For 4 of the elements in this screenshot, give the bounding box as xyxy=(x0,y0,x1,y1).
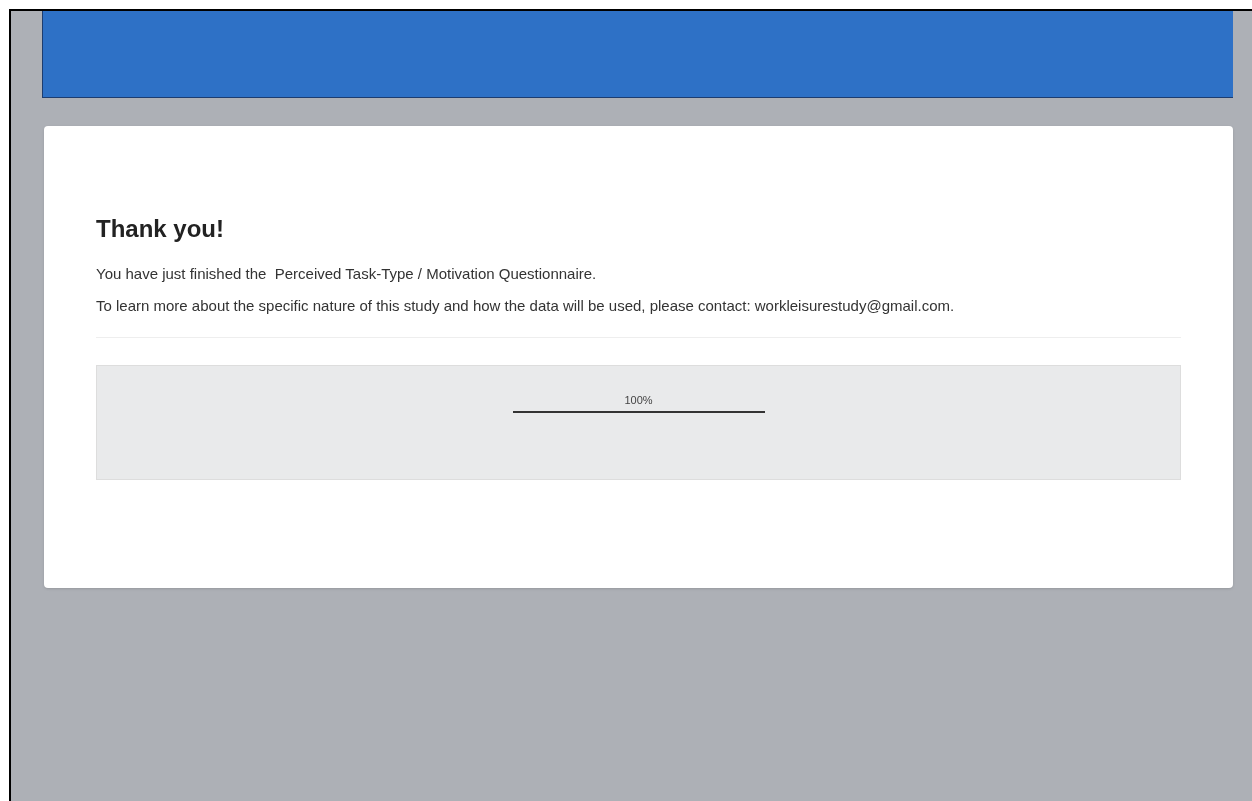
progress-label: 100% xyxy=(624,393,653,408)
paragraph: You have just finished the Perceived Task-Type / Motivation Questionnaire. xyxy=(96,264,598,284)
paragraph: To learn more about the specific nature of this study and how the data will be used, please contact: workleisurestudy@gmail.com. xyxy=(96,296,956,316)
heading: Thank you! xyxy=(96,214,225,244)
